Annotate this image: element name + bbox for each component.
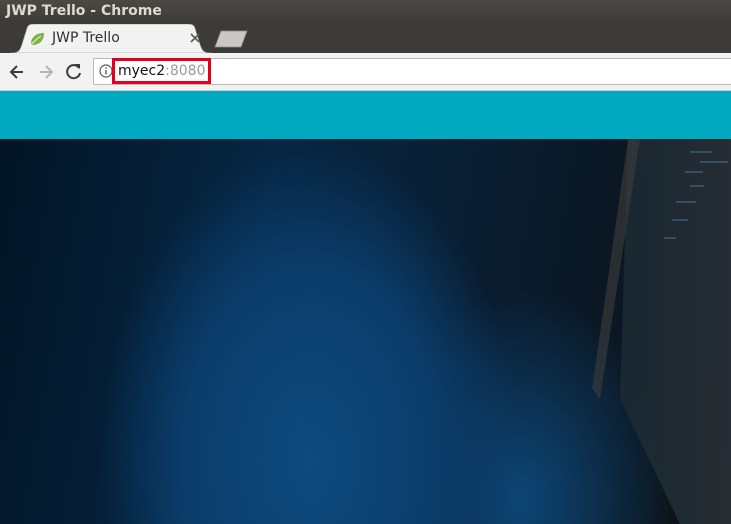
url-highlight-box — [112, 58, 211, 84]
back-arrow-icon[interactable] — [7, 62, 27, 82]
background-monitor-graphic — [592, 139, 731, 524]
info-icon[interactable] — [99, 64, 113, 78]
page-navbar — [0, 91, 731, 139]
hero-image — [0, 139, 731, 524]
new-tab-button[interactable] — [213, 30, 249, 48]
window-title-bar: JWP Trello - Chrome — [0, 0, 731, 24]
tab-title: JWP Trello — [52, 30, 120, 46]
close-icon[interactable] — [189, 32, 201, 44]
reload-icon[interactable] — [64, 62, 84, 82]
window-title: JWP Trello - Chrome — [6, 3, 162, 19]
spring-leaf-icon — [30, 33, 44, 46]
forward-arrow-icon[interactable] — [36, 62, 56, 82]
